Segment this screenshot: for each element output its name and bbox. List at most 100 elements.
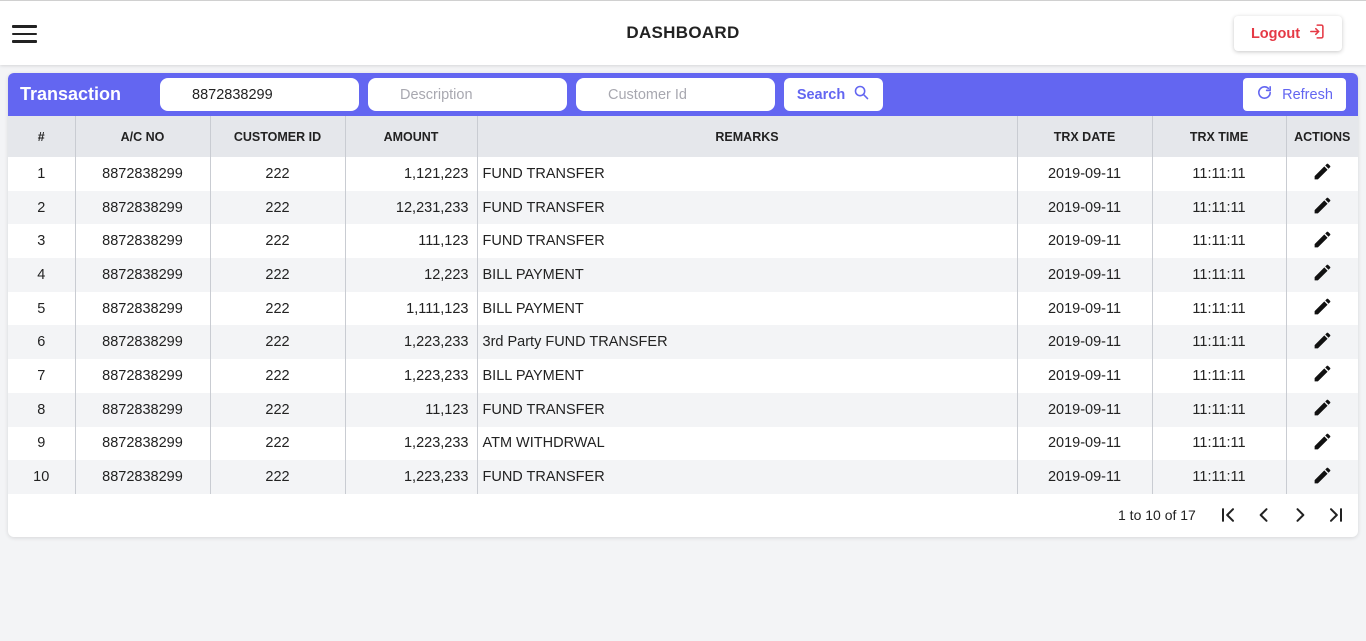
cell-actions (1286, 224, 1358, 258)
refresh-button[interactable]: Refresh (1243, 78, 1346, 111)
cell-trx-date: 2019-09-11 (1017, 157, 1153, 191)
cell-trx-time: 11:11:11 (1152, 392, 1287, 427)
cell-customer-id: 222 (210, 325, 346, 360)
edit-icon[interactable] (1312, 330, 1333, 355)
cell-remarks: ATM WITHDRWAL (477, 426, 1018, 461)
refresh-label: Refresh (1282, 86, 1333, 103)
column-header-remarks[interactable]: REMARKS (477, 116, 1018, 157)
cell-actions (1286, 359, 1358, 393)
column-header-customer-id[interactable]: CUSTOMER ID (210, 116, 346, 157)
search-button[interactable]: Search (784, 78, 883, 111)
cell-ac-no: 8872838299 (75, 460, 211, 494)
page-title: DASHBOARD (626, 23, 740, 42)
edit-icon[interactable] (1312, 229, 1333, 254)
first-page-icon[interactable] (1216, 503, 1240, 527)
cell-number: 4 (8, 258, 76, 292)
cell-remarks: FUND TRANSFER (477, 157, 1018, 191)
table-row: 9 8872838299 222 1,223,233 ATM WITHDRWAL 2019… (8, 426, 1358, 461)
edit-icon[interactable] (1312, 262, 1333, 287)
prev-page-icon[interactable] (1252, 503, 1276, 527)
table-row: 4 8872838299 222 12,223 BILL PAYMENT 2019-09-… (8, 258, 1358, 292)
cell-trx-time: 11:11:11 (1152, 426, 1287, 461)
edit-icon[interactable] (1312, 431, 1333, 456)
customer-id-input[interactable] (576, 78, 775, 111)
cell-remarks: BILL PAYMENT (477, 258, 1018, 292)
edit-icon[interactable] (1312, 161, 1333, 186)
search-icon (853, 84, 870, 105)
column-header-trx-date[interactable]: TRX DATE (1017, 116, 1153, 157)
description-input[interactable] (368, 78, 567, 111)
column-header-number[interactable]: # (8, 116, 76, 157)
column-header-trx-time[interactable]: TRX TIME (1152, 116, 1287, 157)
cell-customer-id: 222 (210, 190, 346, 225)
cell-trx-date: 2019-09-11 (1017, 224, 1153, 259)
cell-trx-date: 2019-09-11 (1017, 392, 1153, 427)
cell-actions (1286, 292, 1358, 326)
cell-number: 9 (8, 426, 76, 461)
transactions-table: # A/C NO CUSTOMER ID AMOUNT REMARKS TRX … (8, 116, 1358, 494)
cell-remarks: BILL PAYMENT (477, 359, 1018, 393)
cell-number: 5 (8, 291, 76, 326)
cell-amount: 1,111,123 (345, 291, 478, 326)
cell-ac-no: 8872838299 (75, 157, 211, 191)
cell-trx-time: 11:11:11 (1152, 258, 1287, 292)
cell-customer-id: 222 (210, 224, 346, 259)
cell-trx-date: 2019-09-11 (1017, 460, 1153, 494)
cell-remarks: FUND TRANSFER (477, 224, 1018, 259)
next-page-icon[interactable] (1288, 503, 1312, 527)
cell-customer-id: 222 (210, 359, 346, 393)
cell-remarks: BILL PAYMENT (477, 291, 1018, 326)
table-row: 1 8872838299 222 1,121,223 FUND TRANSFER 2019… (8, 157, 1358, 191)
logout-label: Logout (1250, 25, 1301, 42)
cell-remarks: FUND TRANSFER (477, 460, 1018, 494)
edit-icon[interactable] (1312, 296, 1333, 321)
cell-amount: 111,123 (345, 224, 478, 259)
cell-amount: 12,223 (345, 258, 478, 292)
cell-actions (1286, 157, 1358, 191)
cell-actions (1286, 393, 1358, 427)
cell-amount: 1,121,223 (345, 157, 478, 191)
cell-ac-no: 8872838299 (75, 392, 211, 427)
edit-icon[interactable] (1312, 195, 1333, 220)
cell-trx-time: 11:11:11 (1152, 190, 1287, 225)
column-header-amount[interactable]: AMOUNT (345, 116, 478, 157)
table-row: 2 8872838299 222 12,231,233 FUND TRANSFER 201… (8, 190, 1358, 225)
cell-trx-date: 2019-09-11 (1017, 190, 1153, 225)
cell-amount: 1,223,233 (345, 359, 478, 393)
account-number-input[interactable] (160, 78, 359, 111)
cell-trx-time: 11:11:11 (1152, 157, 1287, 191)
column-header-actions: ACTIONS (1294, 129, 1351, 144)
edit-icon[interactable] (1312, 465, 1333, 490)
logout-icon (1308, 23, 1325, 44)
cell-ac-no: 8872838299 (75, 291, 211, 326)
last-page-icon[interactable] (1324, 503, 1348, 527)
search-label: Search (796, 86, 846, 103)
cell-number: 1 (8, 157, 76, 191)
cell-number: 10 (8, 460, 76, 494)
edit-icon[interactable] (1312, 397, 1333, 422)
cell-customer-id: 222 (210, 258, 346, 292)
cell-remarks: FUND TRANSFER (477, 392, 1018, 427)
cell-ac-no: 8872838299 (75, 426, 211, 461)
cell-customer-id: 222 (210, 460, 346, 494)
cell-number: 6 (8, 325, 76, 360)
cell-ac-no: 8872838299 (75, 359, 211, 393)
cell-trx-date: 2019-09-11 (1017, 258, 1153, 292)
table-row: 6 8872838299 222 1,223,233 3rd Party FUND TR… (8, 325, 1358, 360)
cell-actions (1286, 325, 1358, 359)
cell-number: 2 (8, 190, 76, 225)
cell-actions (1286, 191, 1358, 225)
cell-number: 8 (8, 392, 76, 427)
cell-amount: 11,123 (345, 392, 478, 427)
edit-icon[interactable] (1312, 363, 1333, 388)
cell-actions (1286, 460, 1358, 494)
cell-amount: 1,223,233 (345, 426, 478, 461)
cell-ac-no: 8872838299 (75, 190, 211, 225)
column-header-ac-no[interactable]: A/C NO (75, 116, 211, 157)
cell-ac-no: 8872838299 (75, 325, 211, 360)
cell-number: 3 (8, 224, 76, 259)
table-row: 10 8872838299 222 1,223,233 FUND TRANSFER 201… (8, 460, 1358, 494)
transaction-card: Transaction Search Refresh (8, 73, 1358, 537)
logout-button[interactable]: Logout (1234, 16, 1342, 51)
cell-number: 7 (8, 359, 76, 393)
